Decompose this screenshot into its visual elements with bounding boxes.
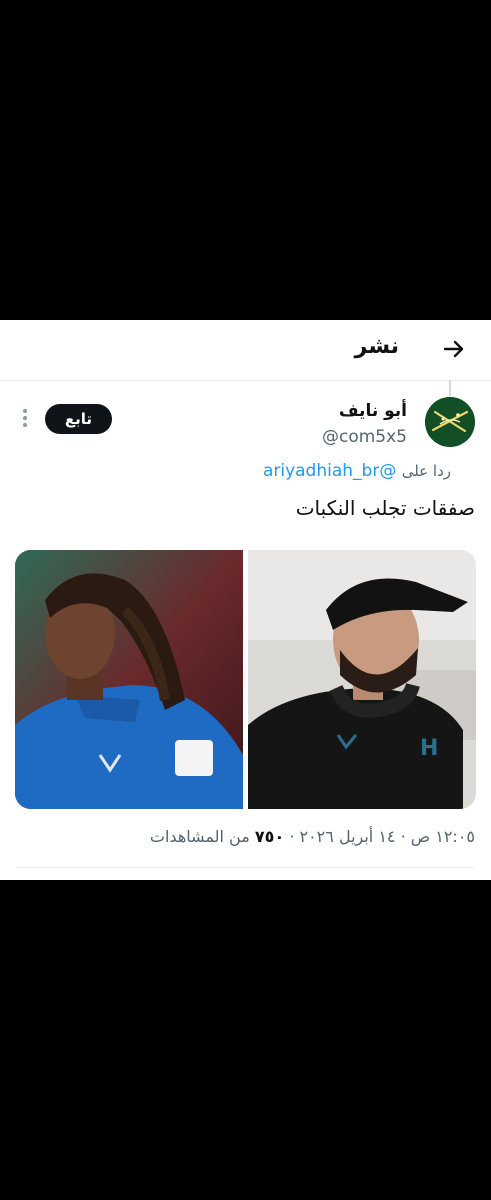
author-handle[interactable]: @com5x5 [322,427,407,447]
meta-separator: · [289,827,295,846]
tweet-metadata: ١٢:٠٥ ص · ١٤ أبريل ٢٠٢٦ · ٧٥٠ من المشاهد… [150,827,475,846]
reply-mention-link[interactable]: @ariyadhiah_br [263,461,396,481]
replying-to: ردا على @ariyadhiah_br [263,461,451,481]
back-button[interactable] [439,334,469,364]
avatar[interactable] [425,397,475,447]
vertical-dots-icon [23,409,27,427]
thread-connector [449,380,451,396]
meta-separator: · [400,827,406,846]
tweet-detail-card: نشر أبو نايف @com5x5 تابع ردا على @ariya… [0,320,491,880]
tweet-time: ١٢:٠٥ ص [410,827,475,846]
top-bar: نشر [0,320,491,381]
photo-player-black-cap[interactable]: H [248,550,476,809]
media-grid: H [15,550,476,809]
author-display-name[interactable]: أبو نايف [339,401,407,421]
follow-button[interactable]: تابع [45,404,112,434]
photo-player-blue-jersey[interactable] [15,550,243,809]
views-count[interactable]: ٧٥٠ [255,827,284,846]
views-label: من المشاهدات [149,827,250,846]
divider [16,867,475,868]
svg-text:H: H [420,736,438,761]
more-options-button[interactable] [18,406,32,430]
page-title: نشر [354,334,399,359]
crossed-swords-logo [425,397,475,447]
tweet-date: ١٤ أبريل ٢٠٢٦ [299,827,396,846]
arrow-right-icon [443,340,464,358]
reply-prefix: ردا على [401,462,451,480]
tweet-text: صفقات تجلب النكبات [295,496,475,520]
